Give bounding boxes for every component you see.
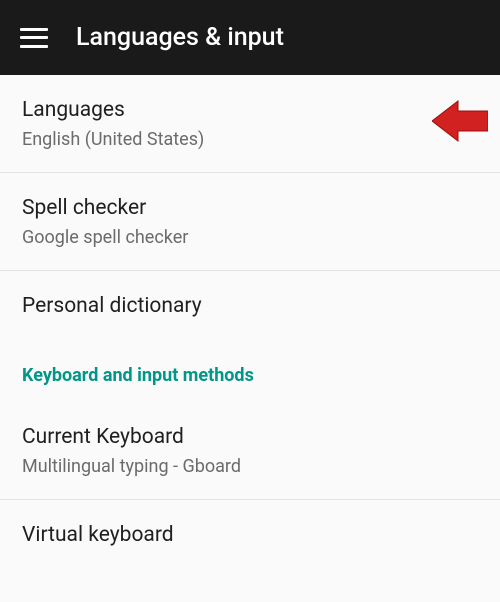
section-header-keyboard: Keyboard and input methods <box>0 339 500 402</box>
app-bar: Languages & input <box>0 0 500 75</box>
languages-subtitle: English (United States) <box>22 129 478 152</box>
virtual-keyboard-item[interactable]: Virtual keyboard <box>0 500 500 568</box>
menu-icon[interactable] <box>20 28 48 48</box>
spell-checker-title: Spell checker <box>22 195 478 221</box>
spell-checker-subtitle: Google spell checker <box>22 227 478 250</box>
current-keyboard-subtitle: Multilingual typing - Gboard <box>22 456 478 479</box>
page-title: Languages & input <box>76 23 284 52</box>
personal-dictionary-item[interactable]: Personal dictionary <box>0 271 500 339</box>
languages-title: Languages <box>22 97 478 123</box>
personal-dictionary-title: Personal dictionary <box>22 293 478 319</box>
settings-list: Languages English (United States) Spell … <box>0 75 500 568</box>
virtual-keyboard-title: Virtual keyboard <box>22 522 478 548</box>
languages-item[interactable]: Languages English (United States) <box>0 75 500 173</box>
current-keyboard-item[interactable]: Current Keyboard Multilingual typing - G… <box>0 402 500 500</box>
current-keyboard-title: Current Keyboard <box>22 424 478 450</box>
spell-checker-item[interactable]: Spell checker Google spell checker <box>0 173 500 271</box>
